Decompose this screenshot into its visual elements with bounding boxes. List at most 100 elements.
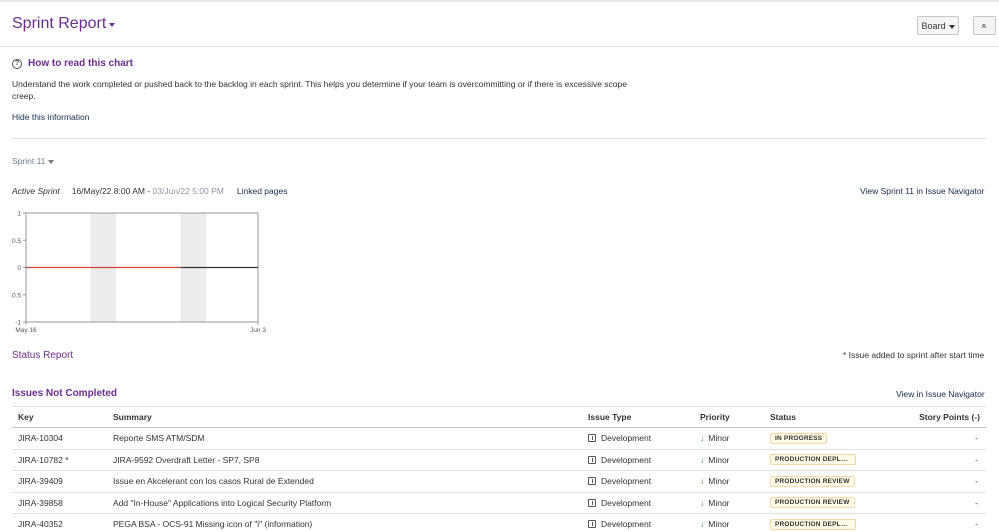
issue-summary: PEGA BSA - OCS-91 Missing icon of "i" (i…	[107, 513, 582, 532]
status-badge: PRODUCTION DEPLO...	[770, 518, 856, 530]
view-sprint-in-navigator-link[interactable]: View Sprint 11 in Issue Navigator	[860, 186, 984, 196]
chevron-down-icon	[48, 160, 55, 164]
development-type-icon	[588, 477, 596, 486]
arrow-down-priority-icon: ↓	[700, 454, 705, 465]
priority-label: Minor	[708, 519, 730, 530]
status-badge: IN PROGRESS	[770, 432, 828, 444]
issue-type-cell: Development	[582, 470, 694, 493]
status-badge: PRODUCTION DEPLO...	[770, 454, 856, 466]
view-in-issue-navigator-link[interactable]: View in Issue Navigator	[896, 389, 985, 399]
question-circle-icon: ?	[12, 58, 22, 69]
issues-not-completed-title: Issues Not Completed	[12, 388, 118, 399]
hide-information-link[interactable]: Hide this information	[12, 112, 89, 122]
issue-type-label: Development	[601, 497, 652, 508]
issue-type-cell: Development	[582, 513, 694, 532]
table-header-row: Key Summary Issue Type Priority Status S…	[12, 406, 986, 428]
status-badge: PRODUCTION REVIEW	[770, 497, 855, 509]
issue-summary: JIRA-9592 Overdraft Letter - SP7, SP8	[107, 449, 582, 471]
sprint-picker-label: Sprint 11	[12, 156, 46, 166]
priority-cell: ↓ Minor	[694, 492, 764, 514]
x-tick-label: May 16	[15, 327, 37, 334]
help-text: Understand the work completed or pushed …	[12, 79, 627, 101]
added-after-start-footnote: * Issue added to sprint after start time	[843, 350, 985, 360]
column-header-status[interactable]: Status	[764, 407, 894, 428]
column-header-issue-type[interactable]: Issue Type	[582, 407, 694, 428]
priority-cell: ↓ Minor	[694, 513, 764, 532]
table-row[interactable]: JIRA-10782 * JIRA-9592 Overdraft Letter -…	[12, 449, 986, 471]
priority-label: Minor	[708, 497, 730, 508]
board-button[interactable]: Board	[917, 16, 959, 35]
sprint-burndown-chart: 1 0.5 0 0.5 -1May 16 Jun 3	[12, 211, 266, 335]
priority-label: Minor	[708, 433, 730, 444]
status-report-title: Status Report	[12, 350, 74, 361]
issue-type-label: Development	[601, 433, 652, 444]
sprint-end-date: 03/Jun/22 5:00 PM	[152, 186, 224, 196]
status-cell: PRODUCTION DEPLO...	[764, 513, 894, 532]
sprint-start-date: 16/May/22 8:00 AM	[71, 186, 145, 196]
status-badge: PRODUCTION REVIEW	[770, 475, 855, 487]
chevron-down-icon	[948, 24, 955, 29]
issue-type-label: Development	[601, 454, 652, 465]
priority-cell: ↓ Minor	[694, 470, 764, 493]
y-tick-label: 0.5	[12, 292, 21, 299]
column-header-priority[interactable]: Priority	[694, 407, 764, 428]
priority-label: Minor	[708, 476, 730, 487]
y-tick-label: 1	[17, 211, 21, 218]
priority-label: Minor	[708, 454, 730, 465]
issue-type-cell: Development	[582, 492, 694, 514]
status-cell: PRODUCTION REVIEW	[764, 470, 894, 493]
issue-key-link[interactable]: JIRA-10782 *	[12, 449, 107, 471]
table-row[interactable]: JIRA-10304 Reporte SMS ATM/SDM Development…	[12, 427, 986, 450]
board-button-label: Board	[921, 20, 946, 31]
help-heading: ? How to read this chart	[12, 58, 133, 69]
issue-key-link[interactable]: JIRA-10304	[12, 427, 107, 450]
development-type-icon	[588, 520, 596, 529]
arrow-down-priority-icon: ↓	[700, 476, 705, 487]
table-row[interactable]: JIRA-39409 Issue en Akcelerant con los ca…	[12, 470, 986, 493]
status-cell: PRODUCTION REVIEW	[764, 492, 894, 514]
story-points: -	[894, 449, 986, 471]
priority-cell: ↓ Minor	[694, 427, 764, 450]
sprint-report-title-dropdown[interactable]: Sprint Report	[12, 15, 116, 33]
table-row[interactable]: JIRA-39858 Add "In-House" Applications in…	[12, 492, 986, 514]
collapse-icon: «	[979, 22, 990, 29]
story-points: -	[894, 470, 986, 493]
story-points: -	[894, 427, 986, 450]
issue-type-label: Development	[601, 519, 652, 530]
y-tick-label: -1	[15, 320, 21, 327]
story-points: -	[894, 513, 986, 532]
linked-pages-link[interactable]: Linked pages	[237, 186, 288, 196]
arrow-down-priority-icon: ↓	[700, 433, 705, 444]
collapse-header-button[interactable]: «	[973, 16, 996, 35]
sprint-picker[interactable]: Sprint 11	[12, 156, 55, 166]
y-tick-label: 0	[17, 265, 21, 272]
table-row[interactable]: JIRA-40352 PEGA BSA - OCS-91 Missing icon…	[12, 513, 986, 532]
y-tick-label: 0.5	[12, 238, 21, 245]
issue-summary: Reporte SMS ATM/SDM	[107, 427, 582, 450]
issue-key-link[interactable]: JIRA-39858	[12, 492, 107, 514]
sprint-details: Active Sprint 16/May/22 8:00 AM - 03/Jun…	[12, 186, 287, 196]
development-type-icon	[588, 434, 596, 443]
page-header: Sprint Report Board «	[0, 0, 999, 47]
column-header-key[interactable]: Key	[12, 407, 107, 428]
arrow-down-priority-icon: ↓	[700, 497, 705, 508]
column-header-story-points[interactable]: Story Points (-)	[894, 407, 986, 428]
issue-type-label: Development	[601, 476, 652, 487]
issues-not-completed-table: Key Summary Issue Type Priority Status S…	[12, 406, 986, 532]
development-type-icon	[588, 455, 596, 464]
issue-key-link[interactable]: JIRA-39409	[12, 470, 107, 493]
column-header-summary[interactable]: Summary	[107, 407, 582, 428]
development-type-icon	[588, 498, 596, 507]
help-title: How to read this chart	[28, 58, 134, 69]
status-cell: PRODUCTION DEPLO...	[764, 449, 894, 471]
issue-key-link[interactable]: JIRA-40352	[12, 513, 107, 532]
arrow-down-priority-icon: ↓	[700, 519, 705, 530]
issue-summary: Issue en Akcelerant con los casos Rural …	[107, 470, 582, 493]
sprint-state: Active Sprint	[12, 186, 60, 196]
priority-cell: ↓ Minor	[694, 449, 764, 471]
divider	[12, 138, 987, 139]
chevron-down-icon	[109, 23, 116, 27]
issue-type-cell: Development	[582, 427, 694, 450]
issue-summary: Add "In-House" Applications into Logical…	[107, 492, 582, 514]
story-points: -	[894, 492, 986, 514]
